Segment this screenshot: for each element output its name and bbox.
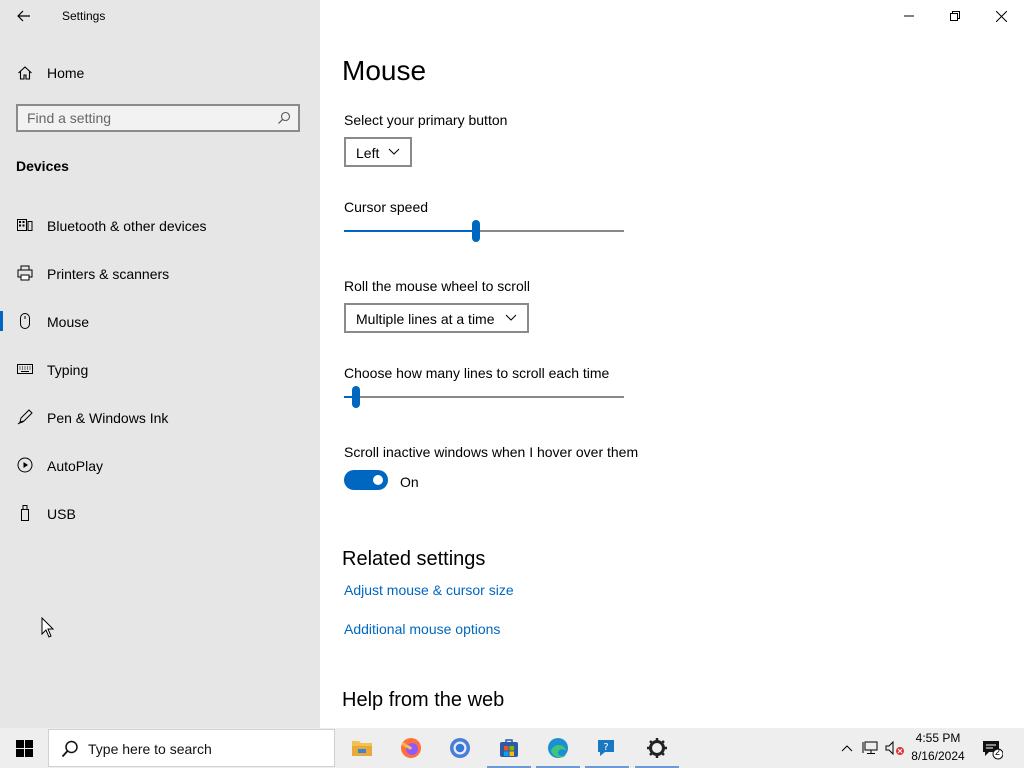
sidebar-item-label: Printers & scanners — [47, 266, 170, 282]
taskbar-settings[interactable] — [633, 728, 681, 768]
keyboard-icon — [17, 364, 33, 374]
toggle-state-label: On — [400, 474, 419, 490]
volume-muted-icon — [885, 741, 904, 755]
autoplay-icon — [17, 457, 33, 473]
wheel-scroll-label: Roll the mouse wheel to scroll — [344, 278, 530, 294]
taskbar-firefox[interactable] — [387, 728, 435, 768]
store-icon — [500, 739, 518, 757]
back-button[interactable] — [8, 2, 40, 30]
sidebar-item-usb[interactable]: USB — [0, 493, 320, 533]
file-explorer-icon — [352, 741, 372, 756]
search-icon[interactable] — [277, 111, 291, 125]
mouse-pointer-icon — [41, 617, 55, 638]
scroll-lines-thumb[interactable] — [352, 386, 361, 408]
notification-count: 2 — [995, 747, 1001, 757]
sidebar-item-mouse[interactable]: Mouse — [0, 301, 320, 341]
sidebar-item-label: Typing — [47, 362, 89, 378]
mouse-icon — [20, 313, 30, 329]
sidebar-item-label: AutoPlay — [47, 458, 104, 474]
wheel-scroll-dropdown[interactable]: Multiple lines at a time — [344, 303, 529, 333]
edge-icon — [548, 738, 568, 758]
clock-time[interactable]: 4:55 PM — [906, 731, 970, 745]
network-tray-button[interactable] — [861, 734, 881, 762]
settings-gear-icon — [647, 738, 667, 758]
printer-icon — [17, 265, 33, 281]
action-center-button[interactable]: 2 — [978, 734, 1006, 764]
dropdown-value: Left — [356, 145, 380, 161]
sidebar-item-label: Pen & Windows Ink — [47, 410, 169, 426]
chevron-down-icon — [388, 148, 400, 155]
clock-date[interactable]: 8/16/2024 — [906, 749, 970, 763]
close-icon — [995, 10, 1007, 22]
sidebar-item-printers[interactable]: Printers & scanners — [0, 253, 320, 293]
taskbar-file-explorer[interactable] — [338, 728, 386, 768]
show-hidden-icons-button[interactable] — [838, 734, 856, 762]
taskbar-get-help[interactable]: ? — [583, 728, 631, 768]
help-heading: Help from the web — [342, 689, 505, 711]
scroll-lines-label: Choose how many lines to scroll each tim… — [344, 365, 610, 381]
selection-indicator — [0, 311, 3, 331]
minimize-button[interactable] — [886, 0, 932, 32]
minimize-icon — [904, 15, 914, 17]
sidebar-item-bluetooth[interactable]: Bluetooth & other devices — [0, 205, 320, 245]
chrome-icon — [450, 738, 470, 758]
sidebar-item-label: USB — [47, 506, 76, 522]
scroll-lines-fill — [344, 396, 353, 398]
cursor-speed-label: Cursor speed — [344, 199, 429, 215]
sidebar-item-pen[interactable]: Pen & Windows Ink — [0, 397, 320, 437]
restore-button[interactable] — [932, 0, 978, 32]
related-settings-heading: Related settings — [342, 548, 486, 570]
sidebar-item-label: Home — [47, 65, 85, 81]
scroll-lines-slider[interactable] — [344, 396, 624, 398]
find-setting-box[interactable] — [16, 104, 300, 132]
back-arrow-icon — [17, 10, 30, 22]
taskbar-search-text: Type here to search — [88, 741, 212, 757]
primary-button-label: Select your primary button — [344, 112, 508, 128]
volume-tray-button[interactable] — [884, 734, 906, 762]
page-title: Mouse — [342, 55, 427, 86]
toggle-knob — [373, 475, 383, 485]
usb-icon — [21, 505, 29, 521]
find-setting-input[interactable] — [27, 110, 267, 126]
start-button[interactable] — [0, 728, 48, 768]
cursor-speed-thumb[interactable] — [471, 220, 480, 242]
taskbar-chrome[interactable] — [436, 728, 484, 768]
adjust-cursor-size-link[interactable]: Adjust mouse & cursor size — [344, 582, 514, 598]
chevron-down-icon — [505, 314, 517, 321]
dropdown-value: Multiple lines at a time — [356, 311, 495, 327]
cursor-speed-fill — [344, 230, 472, 232]
bluetooth-devices-icon — [17, 219, 33, 231]
close-button[interactable] — [978, 0, 1024, 32]
inactive-scroll-toggle[interactable] — [344, 470, 388, 490]
get-help-icon: ? — [598, 740, 614, 756]
network-icon — [862, 741, 878, 754]
additional-mouse-options-link[interactable]: Additional mouse options — [344, 621, 500, 637]
home-icon — [18, 66, 32, 80]
restore-icon — [950, 11, 960, 21]
pen-icon — [17, 409, 33, 425]
taskbar-edge[interactable] — [534, 728, 582, 768]
taskbar-search-box[interactable]: Type here to search — [48, 729, 335, 767]
app-title: Settings — [62, 9, 106, 23]
sidebar-item-home[interactable]: Home — [0, 56, 320, 90]
chevron-up-icon — [841, 745, 853, 752]
search-icon — [61, 740, 78, 758]
primary-button-dropdown[interactable]: Left — [344, 137, 412, 167]
svg-text:?: ? — [603, 742, 608, 753]
sidebar-item-autoplay[interactable]: AutoPlay — [0, 445, 320, 485]
sidebar-item-label: Mouse — [47, 314, 90, 330]
inactive-scroll-label: Scroll inactive windows when I hover ove… — [344, 444, 639, 460]
section-title: Devices — [16, 158, 69, 174]
sidebar-item-typing[interactable]: Typing — [0, 349, 320, 389]
sidebar-item-label: Bluetooth & other devices — [47, 218, 207, 234]
taskbar-store[interactable] — [485, 728, 533, 768]
firefox-icon — [401, 738, 421, 758]
windows-logo-icon — [15, 739, 33, 757]
